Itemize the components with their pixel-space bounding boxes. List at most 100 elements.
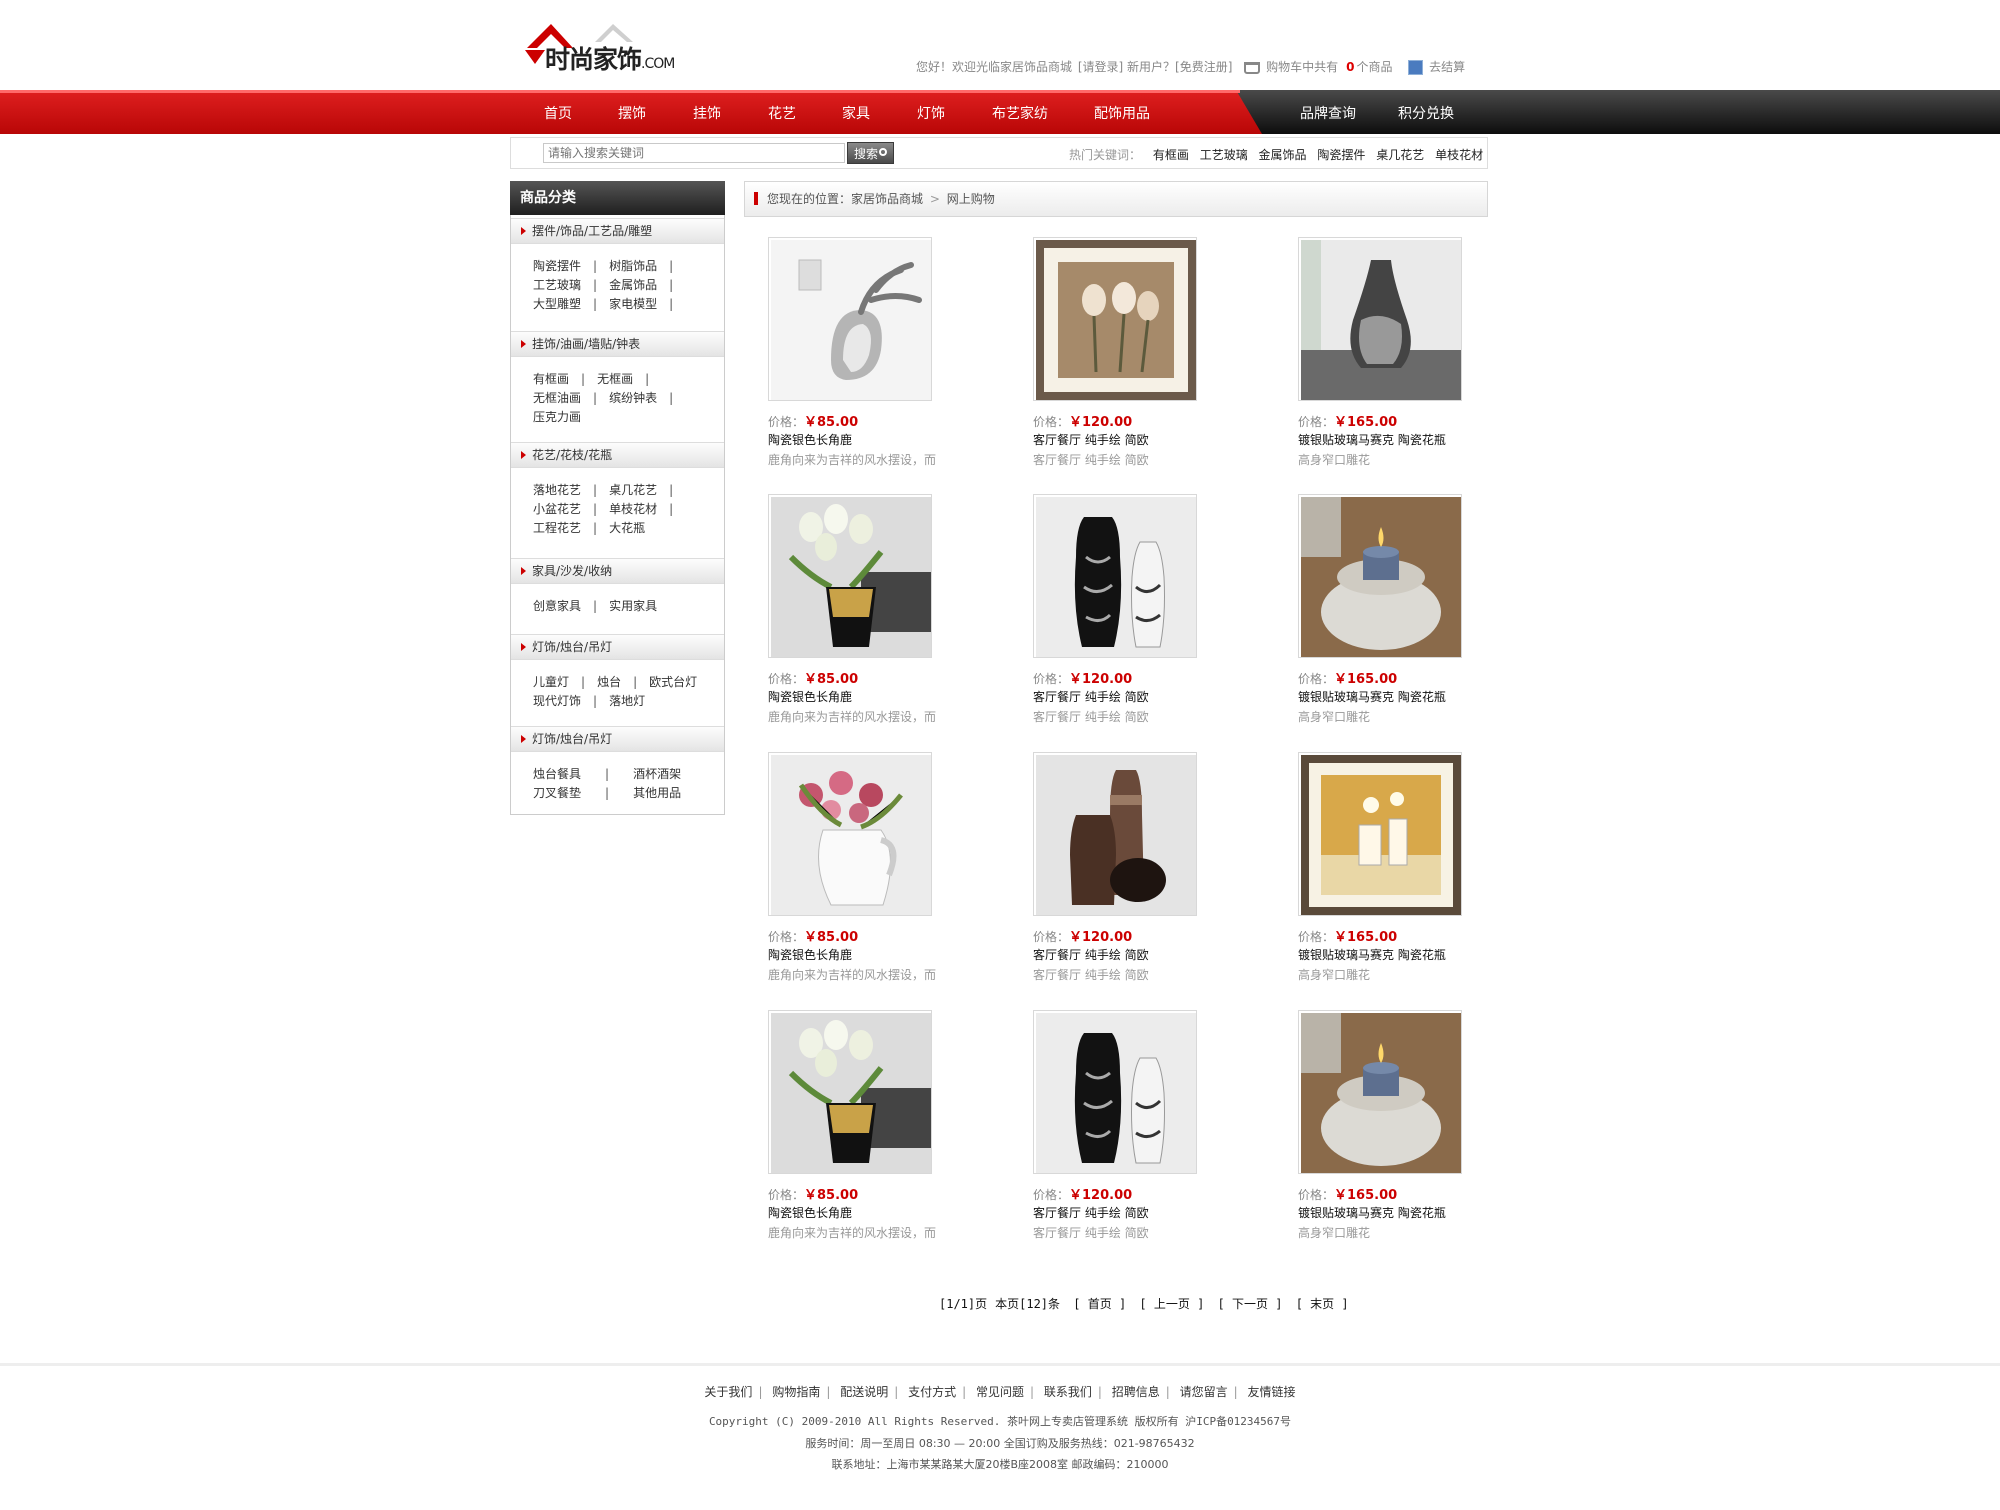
product-photo	[771, 497, 931, 657]
product-image[interactable]	[1298, 494, 1462, 658]
footer-link[interactable]: 支付方式	[908, 1385, 956, 1399]
category-heading[interactable]: 灯饰/烛台/吊灯	[511, 634, 724, 660]
category-heading[interactable]: 花艺/花枝/花瓶	[511, 442, 724, 468]
product-name[interactable]: 陶瓷银色长角鹿	[768, 431, 852, 448]
category-heading[interactable]: 摆件/饰品/工艺品/雕塑	[511, 218, 724, 244]
category-link[interactable]: 儿童灯	[533, 675, 569, 689]
greeting: 您好！欢迎光临家居饰品商城	[916, 60, 1073, 74]
product-name[interactable]: 客厅餐厅 纯手绘 简欧	[1033, 1204, 1149, 1221]
hot-keyword[interactable]: 有框画	[1153, 148, 1189, 162]
footer-link[interactable]: 请您留言	[1180, 1385, 1228, 1399]
nav-item-home[interactable]: 首页	[544, 103, 572, 123]
site-logo[interactable]: 时尚家饰.COM	[513, 20, 675, 78]
category-link[interactable]: 实用家具	[609, 599, 657, 613]
footer-link[interactable]: 配送说明	[840, 1385, 888, 1399]
category-heading-label: 灯饰/烛台/吊灯	[532, 640, 613, 654]
product-name[interactable]: 镀银贴玻璃马赛克 陶瓷花瓶	[1298, 688, 1446, 705]
footer-link[interactable]: 联系我们	[1044, 1385, 1092, 1399]
footer-link[interactable]: 招聘信息	[1112, 1385, 1160, 1399]
product-image[interactable]	[768, 1010, 932, 1174]
product-name[interactable]: 镀银贴玻璃马赛克 陶瓷花瓶	[1298, 946, 1446, 963]
product-image[interactable]	[1298, 1010, 1462, 1174]
category-link[interactable]: 压克力画	[533, 410, 581, 424]
nav-item-hanging[interactable]: 挂饰	[693, 103, 721, 123]
category-link[interactable]: 工程花艺	[533, 521, 581, 535]
category-heading[interactable]: 家具/沙发/收纳	[511, 558, 724, 584]
footer-link[interactable]: 常见问题	[976, 1385, 1024, 1399]
breadcrumb-home[interactable]: 家居饰品商城	[851, 192, 923, 206]
product-name[interactable]: 客厅餐厅 纯手绘 简欧	[1033, 946, 1149, 963]
category-link[interactable]: 金属饰品	[609, 278, 657, 292]
search-input[interactable]	[543, 143, 845, 163]
category-heading[interactable]: 挂饰/油画/墙贴/钟表	[511, 331, 724, 357]
product-name[interactable]: 镀银贴玻璃马赛克 陶瓷花瓶	[1298, 1204, 1446, 1221]
category-link[interactable]: 烛台餐具	[533, 767, 581, 781]
product-name[interactable]: 陶瓷银色长角鹿	[768, 688, 852, 705]
category-link[interactable]: 缤纷钟表	[609, 391, 657, 405]
product-image[interactable]	[768, 752, 932, 916]
category-link[interactable]: 工艺玻璃	[533, 278, 581, 292]
first-page-link[interactable]: [ 首页 ]	[1073, 1297, 1126, 1311]
product-image[interactable]	[1033, 237, 1197, 401]
product-image[interactable]	[768, 494, 932, 658]
footer-link[interactable]: 购物指南	[772, 1385, 820, 1399]
checkout-link[interactable]: 去结算	[1429, 60, 1465, 74]
footer-link[interactable]: 友情链接	[1248, 1385, 1296, 1399]
category-link[interactable]: 现代灯饰	[533, 694, 581, 708]
category-link[interactable]: 欧式台灯	[649, 675, 697, 689]
product-price: 价格：￥85.00	[768, 926, 858, 945]
nav-item-lighting[interactable]: 灯饰	[917, 103, 945, 123]
footer-link[interactable]: 关于我们	[704, 1385, 752, 1399]
hot-keyword[interactable]: 金属饰品	[1259, 148, 1307, 162]
nav-item-textiles[interactable]: 布艺家纺	[992, 103, 1048, 123]
product-image[interactable]	[1298, 752, 1462, 916]
category-link[interactable]: 有框画	[533, 372, 569, 386]
hot-keyword[interactable]: 陶瓷摆件	[1317, 148, 1365, 162]
nav-item-flowers[interactable]: 花艺	[768, 103, 796, 123]
category-link[interactable]: 落地花艺	[533, 483, 581, 497]
hot-keyword[interactable]: 单枝花材	[1435, 148, 1483, 162]
product-name[interactable]: 陶瓷银色长角鹿	[768, 1204, 852, 1221]
prev-page-link[interactable]: [ 上一页 ]	[1139, 1297, 1204, 1311]
nav-item-accessories[interactable]: 配饰用品	[1094, 103, 1150, 123]
category-link[interactable]: 无框画	[597, 372, 633, 386]
product-image[interactable]	[1033, 494, 1197, 658]
category-link[interactable]: 无框油画	[533, 391, 581, 405]
category-link[interactable]: 单枝花材	[609, 502, 657, 516]
nav-item-decor[interactable]: 摆饰	[618, 103, 646, 123]
category-link[interactable]: 创意家具	[533, 599, 581, 613]
product-price: 价格：￥120.00	[1033, 926, 1132, 945]
category-link[interactable]: 桌几花艺	[609, 483, 657, 497]
hot-keyword[interactable]: 桌几花艺	[1376, 148, 1424, 162]
product-image[interactable]	[1033, 1010, 1197, 1174]
category-heading[interactable]: 灯饰/烛台/吊灯	[511, 726, 724, 752]
product-name[interactable]: 陶瓷银色长角鹿	[768, 946, 852, 963]
nav-item-points[interactable]: 积分兑换	[1398, 103, 1454, 123]
nav-item-brands[interactable]: 品牌查询	[1300, 103, 1356, 123]
category-link[interactable]: 树脂饰品	[609, 259, 657, 273]
category-link[interactable]: 烛台	[597, 675, 621, 689]
category-link[interactable]: 大花瓶	[609, 521, 645, 535]
product-image[interactable]	[1298, 237, 1462, 401]
category-link[interactable]: 其他用品	[633, 786, 681, 800]
breadcrumb-current[interactable]: 网上购物	[947, 192, 995, 206]
category-link[interactable]: 落地灯	[609, 694, 645, 708]
register-link[interactable]: 新用户？[免费注册]	[1127, 60, 1232, 74]
next-page-link[interactable]: [ 下一页 ]	[1218, 1297, 1283, 1311]
login-link[interactable]: [请登录]	[1078, 60, 1123, 74]
category-link[interactable]: 小盆花艺	[533, 502, 581, 516]
product-name[interactable]: 客厅餐厅 纯手绘 简欧	[1033, 688, 1149, 705]
product-name[interactable]: 镀银贴玻璃马赛克 陶瓷花瓶	[1298, 431, 1446, 448]
nav-item-furniture[interactable]: 家具	[842, 103, 870, 123]
search-button[interactable]: 搜索	[847, 142, 894, 164]
category-link[interactable]: 家电模型	[609, 297, 657, 311]
hot-keyword[interactable]: 工艺玻璃	[1200, 148, 1248, 162]
category-link[interactable]: 酒杯酒架	[633, 767, 681, 781]
product-name[interactable]: 客厅餐厅 纯手绘 简欧	[1033, 431, 1149, 448]
category-link[interactable]: 大型雕塑	[533, 297, 581, 311]
last-page-link[interactable]: [ 末页 ]	[1296, 1297, 1349, 1311]
category-link[interactable]: 陶瓷摆件	[533, 259, 581, 273]
product-image[interactable]	[1033, 752, 1197, 916]
product-image[interactable]	[768, 237, 932, 401]
category-link[interactable]: 刀叉餐垫	[533, 786, 581, 800]
